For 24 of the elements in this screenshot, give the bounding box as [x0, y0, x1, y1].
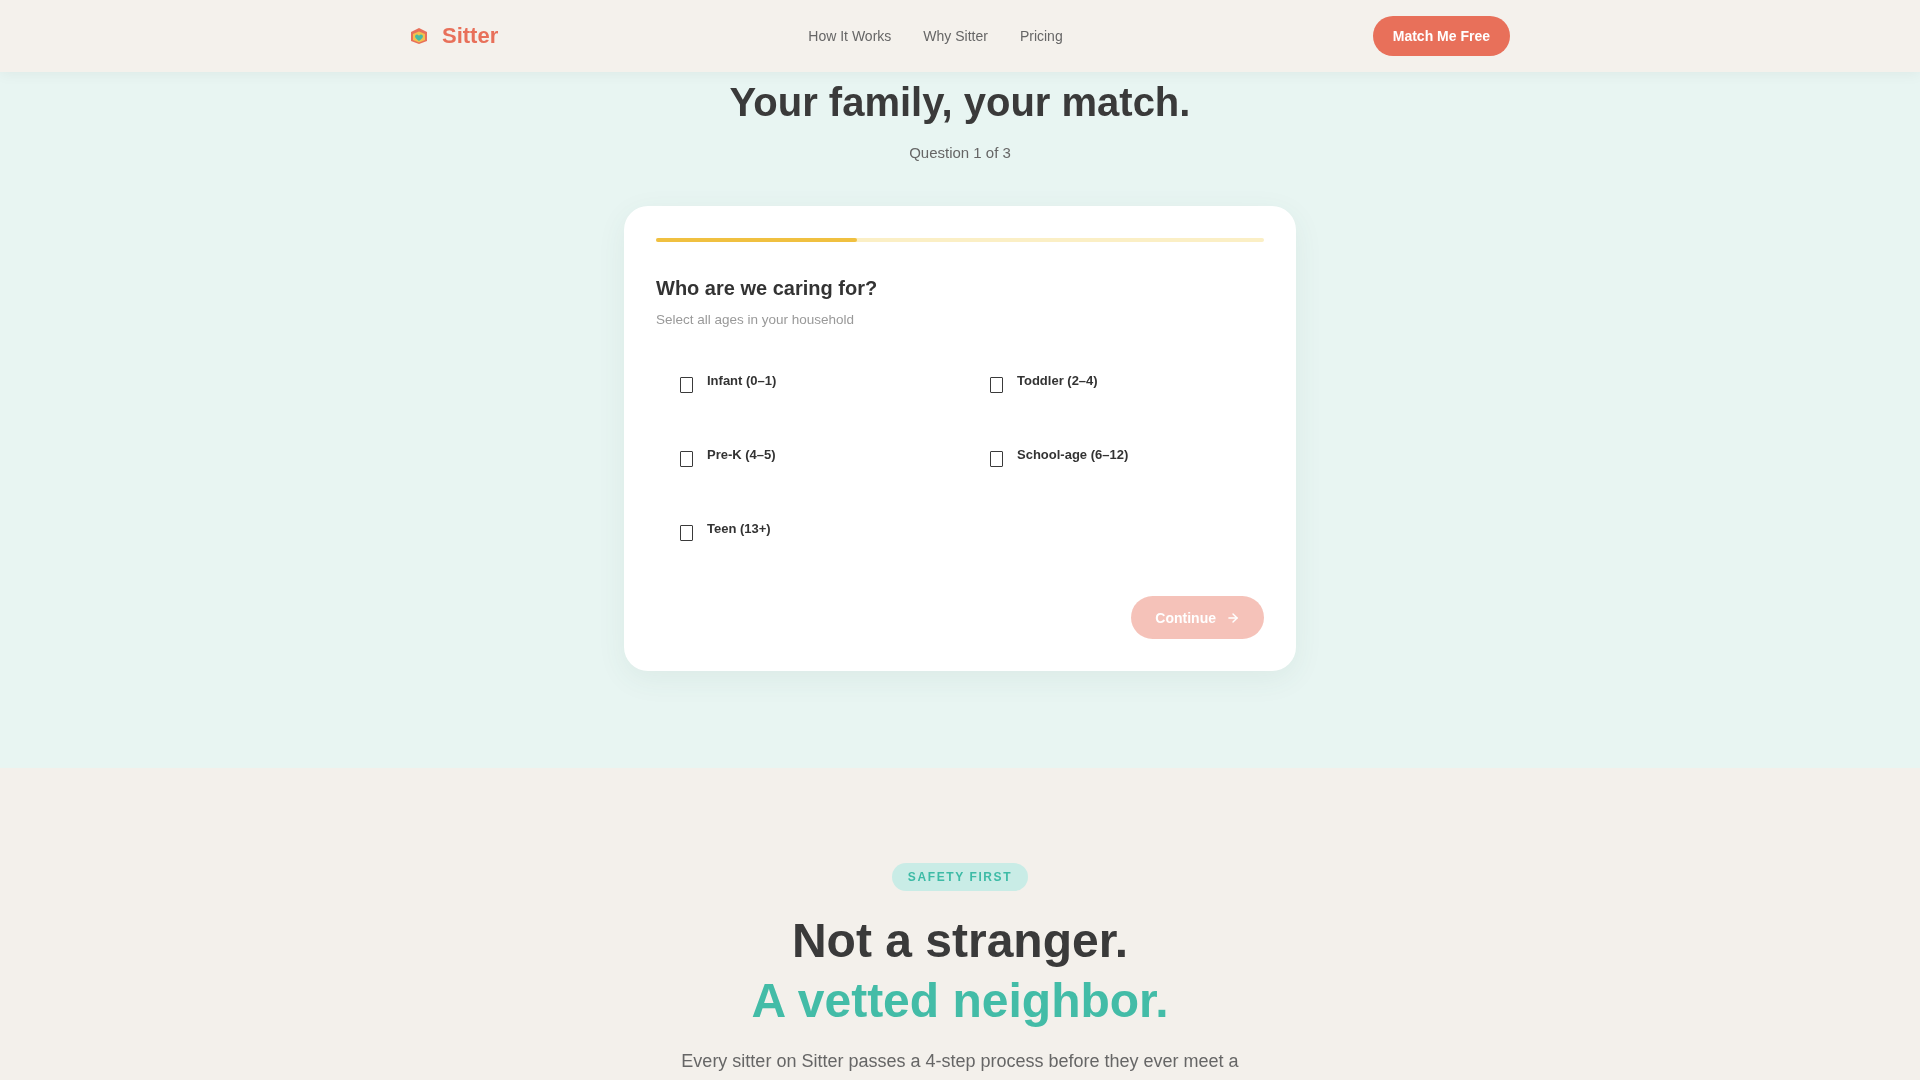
checkbox[interactable] [990, 451, 1003, 467]
checkbox-label: Infant (0–1) [707, 372, 777, 390]
section-heading: Not a stranger. [791, 913, 1129, 969]
question-hint: Select all ages in your household [656, 311, 856, 329]
house-heart-icon [410, 27, 428, 45]
section-heading-accent: A vetted neighbor. [751, 973, 1169, 1029]
checkbox-label: Pre-K (4–5) [707, 446, 776, 464]
question-counter: Question 1 of 3 [909, 143, 1011, 163]
question-title: Who are we caring for? [656, 276, 879, 301]
checkbox[interactable] [680, 525, 693, 541]
nav-link[interactable]: How It Works [808, 28, 892, 44]
checkbox-label: School-age (6–12) [1017, 446, 1129, 464]
checkbox-label: Teen (13+) [707, 520, 771, 538]
brand-name: Sitter [442, 23, 499, 49]
match-button[interactable]: Match Me Free [1372, 16, 1510, 56]
nav-link[interactable]: Pricing [1019, 28, 1063, 44]
checkbox[interactable] [680, 377, 693, 393]
nav-link[interactable]: Why Sitter [923, 28, 988, 44]
page-title: Your family, your match. [729, 79, 1191, 126]
checkbox-label: Toddler (2–4) [1017, 372, 1098, 390]
checkbox[interactable] [680, 451, 693, 467]
section-tag: SAFETY FIRST [891, 863, 1029, 891]
checkbox[interactable] [990, 377, 1003, 393]
section-text: Every sitter on Sitter passes a 4-step process before they ever meet a [681, 1050, 1239, 1073]
